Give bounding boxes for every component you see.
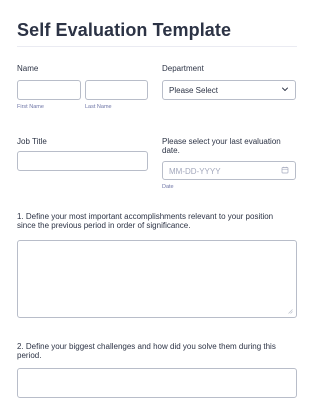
question2-label-line2: period. [17,351,42,360]
department-selected-value: Please Select [169,86,218,95]
last-name-input[interactable] [85,80,148,100]
title-divider [17,46,297,47]
form-title: Self Evaluation Template [17,20,232,40]
resize-handle-icon[interactable] [288,309,293,314]
first-name-input[interactable] [17,80,81,100]
calendar-icon[interactable] [281,166,289,174]
evaluation-date-label-line2: date. [162,146,180,155]
job-title-input[interactable] [17,151,148,171]
name-label: Name [17,64,39,73]
job-title-label: Job Title [17,137,47,146]
evaluation-date-placeholder: MM-DD-YYYY [169,167,221,176]
department-select[interactable]: Please Select [162,80,296,100]
accomplishments-textarea[interactable] [17,240,297,318]
evaluation-date-input[interactable]: MM-DD-YYYY [162,161,296,180]
last-name-sublabel: Last Name [85,104,112,110]
challenges-textarea[interactable] [17,368,297,398]
self-evaluation-form: Self Evaluation Template Name First Name… [0,0,310,398]
department-label: Department [162,64,204,73]
question1-label-line2: since the previous period in order of si… [17,221,191,230]
first-name-sublabel: First Name [17,104,44,110]
chevron-down-icon [282,87,288,91]
evaluation-date-sublabel: Date [162,184,174,190]
evaluation-date-label-line1: Please select your last evaluation [162,137,281,146]
question2-label-line1: 2. Define your biggest challenges and ho… [17,342,276,351]
